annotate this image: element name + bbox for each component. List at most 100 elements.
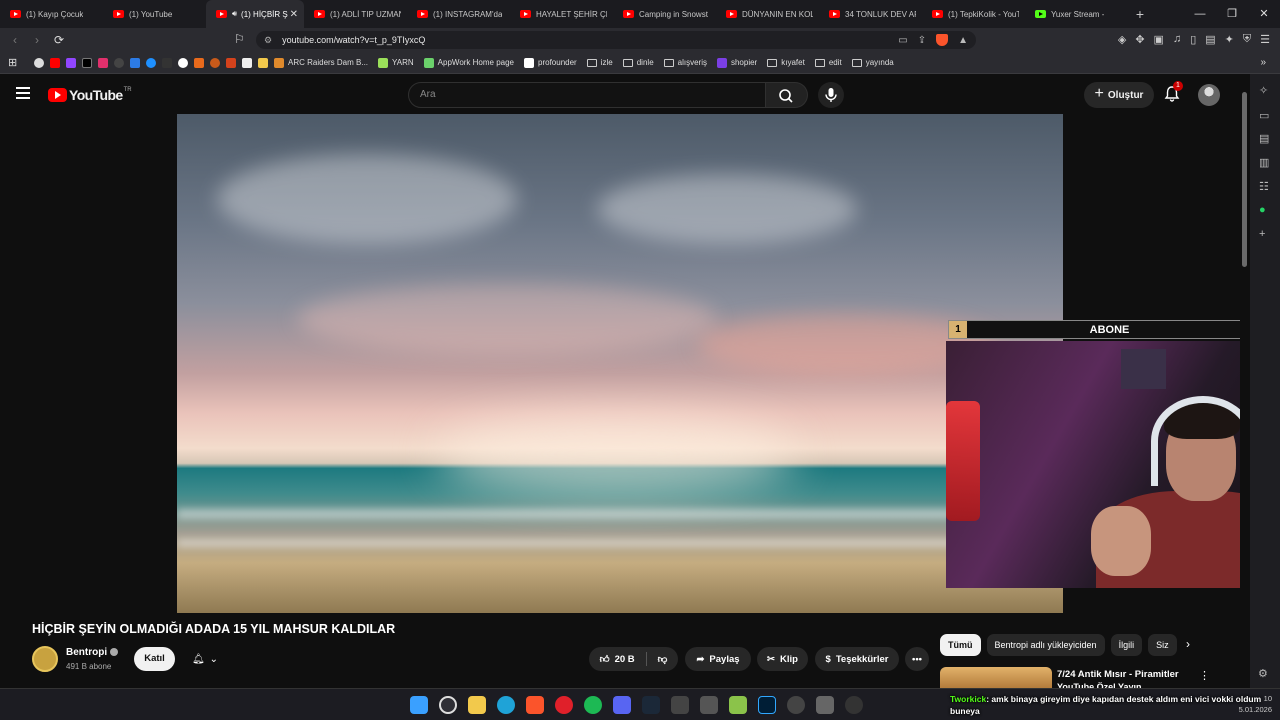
- create-button[interactable]: + Oluştur: [1084, 82, 1154, 108]
- google-icon[interactable]: [34, 57, 44, 68]
- sidebar-toggle-icon[interactable]: ▯: [1190, 33, 1196, 46]
- orange-icon[interactable]: [210, 57, 220, 68]
- bookmark-item[interactable]: profounder: [524, 57, 577, 68]
- github-icon[interactable]: [114, 57, 124, 68]
- steam-icon[interactable]: [642, 696, 660, 714]
- cloud-icon[interactable]: [130, 57, 140, 68]
- audio-playing-icon[interactable]: 🔊︎: [232, 9, 237, 19]
- url-field[interactable]: ⚙ youtube.com/watch?v=t_p_9TIyxcQ ▭ ⇪ ▲: [256, 31, 976, 49]
- reader-icon[interactable]: ☷: [1259, 180, 1269, 193]
- browser-tab[interactable]: DÜNYANIN EN KOL: [716, 0, 819, 28]
- scrollbar-thumb[interactable]: [1242, 92, 1247, 267]
- edge-icon[interactable]: [497, 696, 515, 714]
- bookmark-icon[interactable]: ⚐: [234, 32, 245, 46]
- back-icon[interactable]: ‹: [4, 33, 26, 47]
- wallet-icon[interactable]: ▤: [1205, 33, 1215, 46]
- search-taskbar-icon[interactable]: [439, 696, 457, 714]
- monitor-icon[interactable]: [816, 696, 834, 714]
- add-panel-icon[interactable]: +: [1259, 228, 1265, 240]
- screenshot-icon[interactable]: ▣: [1154, 33, 1164, 46]
- opera-icon[interactable]: [555, 696, 573, 714]
- clip-button[interactable]: ✂ Klip: [757, 647, 808, 671]
- xbox-icon[interactable]: [729, 696, 747, 714]
- youtube-logo[interactable]: YouTube TR: [48, 87, 132, 103]
- more-actions-button[interactable]: •••: [905, 647, 929, 671]
- browser-tab[interactable]: Camping in Snowst: [613, 0, 716, 28]
- hamburger-menu-icon[interactable]: [16, 87, 30, 99]
- close-window-icon[interactable]: ✕: [1248, 0, 1280, 28]
- chevron-right-icon[interactable]: ›: [1186, 637, 1190, 651]
- cast-icon[interactable]: ▭: [898, 35, 907, 46]
- obs-icon[interactable]: [787, 696, 805, 714]
- whatsapp-icon[interactable]: ●: [1259, 204, 1266, 216]
- search-button[interactable]: [766, 82, 808, 108]
- share-url-icon[interactable]: ⇪: [918, 35, 926, 46]
- puzzle-icon[interactable]: ✥: [1135, 33, 1144, 46]
- explorer-icon[interactable]: [468, 696, 486, 714]
- more-bookmarks-icon[interactable]: »: [1260, 57, 1266, 68]
- app-icon[interactable]: [700, 696, 718, 714]
- bookmarks-side-icon[interactable]: ▥: [1259, 156, 1269, 169]
- w-icon[interactable]: [162, 57, 172, 68]
- m-icon[interactable]: [226, 57, 236, 68]
- maximize-icon[interactable]: ❐: [1216, 0, 1248, 28]
- channel-name[interactable]: Bentropi: [66, 647, 119, 658]
- discord-icon[interactable]: [613, 696, 631, 714]
- filter-chip[interactable]: İlgili: [1110, 634, 1143, 656]
- twitch-icon[interactable]: [66, 57, 76, 68]
- browser-tab[interactable]: (1) INSTAGRAM'da: [407, 0, 510, 28]
- new-tab-icon[interactable]: +: [1128, 6, 1152, 22]
- misc-icon[interactable]: [845, 696, 863, 714]
- channel-avatar[interactable]: [32, 646, 58, 672]
- yellow-icon[interactable]: [258, 57, 268, 68]
- brave-shield-icon[interactable]: [936, 34, 949, 46]
- hd-icon[interactable]: [194, 57, 204, 68]
- settings-gear-icon[interactable]: ⚙: [1258, 667, 1268, 680]
- brave-taskbar-icon[interactable]: [526, 696, 544, 714]
- browser-tab[interactable]: 🔊︎ (1) HİÇBİR Ş ✕: [206, 0, 304, 28]
- browser-tab[interactable]: (1) YouTube: [103, 0, 206, 28]
- filter-chip[interactable]: Siz: [1148, 634, 1177, 656]
- share-button[interactable]: ➦ Paylaş: [685, 647, 751, 671]
- related-video-title[interactable]: 7/24 Antik Mısır - Piramitler: [1057, 669, 1179, 680]
- bookmark-item[interactable]: kıyafet: [767, 58, 805, 67]
- browser-tab[interactable]: Yuxer Stream -: [1025, 0, 1128, 28]
- voice-search-button[interactable]: [818, 82, 844, 108]
- photoshop-icon[interactable]: [758, 696, 776, 714]
- start-icon[interactable]: [410, 696, 428, 714]
- dislike-button[interactable]: 👎︎: [658, 653, 668, 665]
- spotify-icon[interactable]: [584, 696, 602, 714]
- apps-grid-icon[interactable]: ⊞: [8, 56, 20, 69]
- video-player[interactable]: [177, 114, 1063, 613]
- related-video-menu-icon[interactable]: ⋮: [1199, 669, 1210, 682]
- browser-tab[interactable]: (1) Kayıp Çocuk: [0, 0, 103, 28]
- menu-icon[interactable]: ☰: [1260, 33, 1270, 46]
- browser-tab[interactable]: 34 TONLUK DEV AR: [819, 0, 922, 28]
- play-icon[interactable]: [146, 57, 156, 68]
- search-input[interactable]: Ara: [408, 82, 766, 108]
- browser-tab[interactable]: (1) ADLİ TIP UZMAN: [304, 0, 407, 28]
- minimize-icon[interactable]: —: [1184, 0, 1216, 28]
- music-icon[interactable]: ♫: [1173, 33, 1181, 46]
- join-button[interactable]: Katıl: [134, 647, 175, 671]
- avatar[interactable]: [1198, 84, 1220, 106]
- bookmark-item[interactable]: AppWork Home page: [423, 57, 514, 68]
- bookmark-item[interactable]: ARC Raiders Dam B...: [274, 57, 368, 68]
- instagram-icon[interactable]: [98, 57, 108, 68]
- leo-ai-icon[interactable]: ✧: [1259, 84, 1268, 97]
- browser-tab[interactable]: (1) TepkiKolik - YouT: [922, 0, 1025, 28]
- thanks-button[interactable]: $ Teşekkürler: [815, 647, 899, 671]
- youtube-bookmark-icon[interactable]: [50, 57, 60, 68]
- bookmark-item[interactable]: izle: [586, 58, 613, 67]
- bookmark-item[interactable]: YARN: [378, 57, 414, 68]
- leo-icon[interactable]: ✦: [1225, 33, 1234, 46]
- close-tab-icon[interactable]: ✕: [290, 9, 298, 20]
- bookmark-item[interactable]: shopier: [716, 57, 757, 68]
- bookmark-item[interactable]: yayında: [851, 58, 894, 67]
- vpn-icon[interactable]: ⛨: [1243, 33, 1251, 46]
- forward-icon[interactable]: ›: [26, 33, 48, 47]
- wallet-side-icon[interactable]: ▤: [1259, 132, 1269, 145]
- shield-icon[interactable]: ◈: [1118, 33, 1126, 46]
- x-icon[interactable]: [82, 57, 92, 68]
- filter-chip[interactable]: Tümü: [940, 634, 981, 656]
